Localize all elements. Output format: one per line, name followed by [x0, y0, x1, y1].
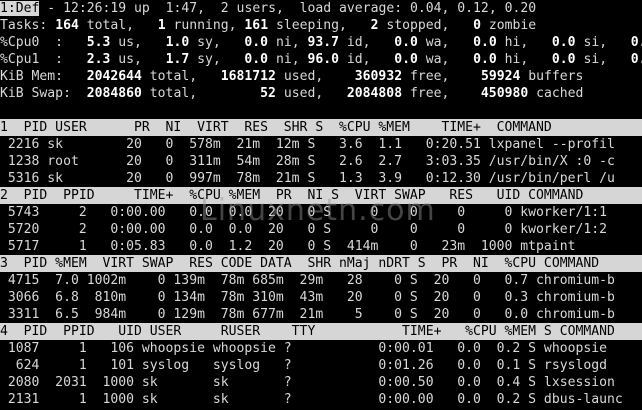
watermark-text: Linuxnetn.com — [200, 193, 436, 228]
summary-line-cpu0: %Cpu0 : 5.3 us, 1.0 sy, 0.0 ni, 93.7 id,… — [0, 35, 642, 50]
cpu0-sy: 1.0 — [165, 35, 190, 50]
clock: 12:26:19 — [63, 1, 127, 16]
swap-cached: 450980 — [480, 86, 529, 101]
load-average: 0.04, 0.12, 0.20 — [409, 1, 537, 16]
cpu0-id: 93.7 — [307, 35, 340, 50]
swap-total: 2084860 — [86, 86, 142, 101]
table-row[interactable]: 5316 sk 20 0 997m 78m 21m S 1.3 3.9 0:12… — [0, 170, 642, 187]
window3-header[interactable]: 3 PID %MEM VIRT SWAP RES CODE DATA SHR n… — [0, 255, 642, 272]
cpu1-ni: 0.0 — [244, 52, 269, 67]
tasks-stopped: 2 — [370, 18, 379, 33]
table-row[interactable]: 624 1 101 syslog syslog ? 0:01.26 0.0 0.… — [0, 357, 642, 374]
window4-header[interactable]: 4 PID PPID UID USER RUSER TTY TIME+ %CPU… — [0, 323, 642, 340]
table-row[interactable]: 3311 6.5 984m 0 129m 78m 677m 21m 5 0 S … — [0, 306, 642, 323]
summary-line-mem: KiB Mem: 2042644 total, 1681712 used, 36… — [0, 69, 584, 84]
mem-free: 360932 — [354, 69, 403, 84]
user-count: 2 — [220, 1, 229, 16]
cpu1-hi: 0.0 — [473, 52, 497, 67]
summary-line-cpu1: %Cpu1 : 2.3 us, 1.7 sy, 0.0 ni, 96.0 id,… — [0, 52, 642, 67]
table-row[interactable]: 3066 6.8 810m 0 134m 78m 310m 43m 20 0 S… — [0, 289, 642, 306]
mem-total: 2042644 — [86, 69, 142, 84]
cpu0-hi: 0.0 — [473, 35, 497, 50]
swap-free: 2084808 — [346, 86, 403, 101]
table-row[interactable]: 4715 7.0 1002m 0 139m 78m 685m 29m 28 0 … — [0, 272, 642, 289]
cpu0-ni: 0.0 — [244, 35, 269, 50]
table-row[interactable]: 5717 1 0:05.83 0.0 1.2 20 0 S 414m 0 23m… — [0, 238, 642, 255]
window1-header[interactable]: 1 PID USER PR NI VIRT RES SHR S %CPU %ME… — [0, 119, 642, 136]
tasks-running: 1 — [157, 18, 166, 33]
cpu0-wa: 0.0 — [394, 35, 418, 50]
table-row[interactable]: 2080 2031 1000 sk sk ? 0:00.50 0.0 0.4 S… — [0, 374, 642, 391]
window-label[interactable]: 1:Def — [0, 1, 40, 16]
table-row[interactable]: 1087 1 106 whoopsie whoopsie ? 0:00.01 0… — [0, 340, 642, 357]
table-row[interactable]: 1238 root 20 0 311m 54m 28m S 2.6 2.7 3:… — [0, 153, 642, 170]
summary-line-swap: KiB Swap: 2084860 total, 52 used, 208480… — [0, 86, 584, 101]
cpu1-id: 96.0 — [307, 52, 340, 67]
tasks-total: 164 — [55, 18, 79, 33]
tasks-zombie: 0 — [473, 18, 481, 33]
cpu1-sy: 1.7 — [165, 52, 190, 67]
table-row[interactable]: 2216 sk 20 0 578m 21m 12m S 3.6 1.1 0:20… — [0, 136, 642, 153]
cpu1-si: 0.0 — [551, 52, 576, 67]
cpu1-us: 2.3 — [86, 52, 111, 67]
table-row[interactable]: 2131 1 1000 sk sk ? 0:00.00 0.0 0.2 S db… — [0, 391, 642, 408]
mem-buffers: 59924 — [480, 69, 521, 84]
uptime: 1:47 — [165, 1, 198, 16]
swap-used: 52 — [260, 86, 276, 101]
tasks-sleeping: 161 — [244, 18, 269, 33]
cpu0-us: 5.3 — [86, 35, 111, 50]
summary-line-uptime: 1:Def - 12:26:19 up 1:47, 2 users, load … — [0, 1, 537, 16]
cpu1-wa: 0.0 — [394, 52, 418, 67]
cpu0-si: 0.0 — [551, 35, 576, 50]
summary-line-tasks: Tasks: 164 total, 1 running, 161 sleepin… — [0, 18, 537, 33]
mem-used: 1681712 — [220, 69, 276, 84]
